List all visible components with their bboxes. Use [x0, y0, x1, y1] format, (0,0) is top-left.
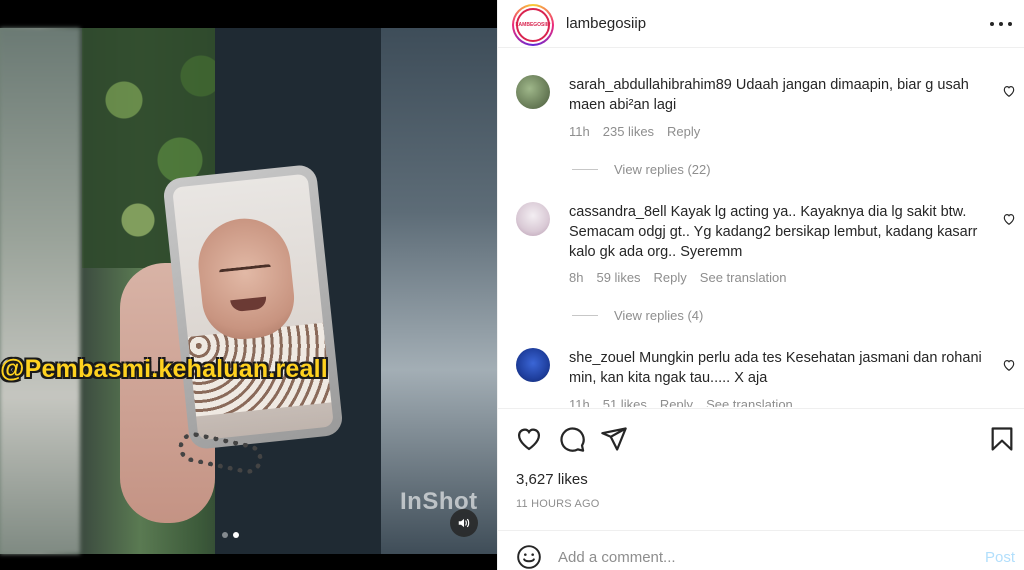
heart-icon[interactable] [1002, 84, 1016, 98]
bookmark-icon[interactable] [988, 425, 1016, 453]
view-replies-button[interactable]: View replies (4) [572, 308, 703, 323]
blur-edge-left [0, 28, 80, 554]
sound-toggle-button[interactable] [450, 509, 478, 537]
post-actions: 3,627 likes 11 HOURS AGO [498, 408, 1024, 530]
view-replies-label: View replies (4) [614, 308, 704, 323]
comment-likes[interactable]: 59 likes [596, 270, 640, 285]
replies-divider [572, 169, 598, 170]
account-logo: LAMBEGOSIIP [515, 8, 551, 42]
heart-icon[interactable] [515, 425, 543, 453]
reply-button[interactable]: Reply [654, 270, 687, 285]
video-frame[interactable]: › [0, 28, 497, 554]
emoji-icon[interactable] [516, 544, 542, 570]
post-timestamp: 11 HOURS AGO [516, 498, 600, 510]
likes-count[interactable]: 3,627 likes [516, 471, 588, 488]
phone-screen [172, 173, 334, 441]
reply-button[interactable]: Reply [660, 397, 693, 407]
comment-username[interactable]: sarah_abdullahibrahim89 [569, 77, 732, 93]
replies-divider [572, 315, 598, 316]
comment-text: sarah_abdullahibrahim89 Udaah jangan dim… [569, 75, 989, 115]
comment-input[interactable] [558, 544, 958, 570]
comment-username[interactable]: she_zouel [569, 350, 635, 366]
comment-time[interactable]: 11h [569, 124, 590, 139]
blur-edge-right [381, 28, 497, 554]
post-panel: LAMBEGOSIIP lambegosiip sarah_abdullahib… [497, 0, 1024, 570]
avatar[interactable] [516, 348, 550, 382]
carousel-dots [222, 532, 239, 538]
avatar[interactable] [516, 202, 550, 236]
avatar-logo-text: LAMBEGOSIIP [515, 22, 551, 28]
carousel-dot[interactable] [222, 532, 228, 538]
view-replies-label: View replies (22) [614, 162, 711, 177]
add-comment-bar: Post [498, 530, 1024, 570]
comment-icon[interactable] [558, 425, 586, 453]
avatar[interactable] [516, 75, 550, 109]
comment-likes[interactable]: 51 likes [603, 397, 647, 407]
heart-icon[interactable] [1002, 358, 1016, 372]
face-on-screen [193, 214, 299, 344]
chevron-left-icon[interactable]: › [0, 298, 8, 318]
volume-icon [458, 518, 470, 528]
video-watermark: @Pembasmi.kehaluan.reall [0, 355, 328, 383]
comment-time[interactable]: 8h [569, 270, 583, 285]
see-translation-button[interactable]: See translation [706, 397, 793, 407]
comment-time[interactable]: 11h [569, 397, 590, 407]
heart-icon[interactable] [1002, 212, 1016, 226]
comment-meta: 8h 59 likes Reply See translation [569, 270, 787, 285]
post-header: LAMBEGOSIIP lambegosiip [498, 0, 1024, 48]
share-icon[interactable] [600, 425, 628, 453]
post-username[interactable]: lambegosiip [566, 15, 646, 32]
see-translation-button[interactable]: See translation [700, 270, 787, 285]
comment-text: cassandra_8ell Kayak lg acting ya.. Kaya… [569, 202, 989, 262]
more-horizontal-icon [990, 22, 994, 26]
post-media[interactable]: › @Pembasmi.kehaluan.reall InShot [0, 0, 497, 570]
view-replies-button[interactable]: View replies (22) [572, 162, 711, 177]
carousel-dot-active[interactable] [233, 532, 239, 538]
comment-text: she_zouel Mungkin perlu ada tes Kesehata… [569, 348, 989, 388]
comments-list[interactable]: sarah_abdullahibrahim89 Udaah jangan dim… [498, 49, 1024, 407]
comment-likes[interactable]: 235 likes [603, 124, 654, 139]
avatar[interactable]: LAMBEGOSIIP [512, 4, 554, 46]
phone-device [162, 163, 344, 451]
comment-meta: 11h 235 likes Reply [569, 124, 700, 139]
more-options-button[interactable] [990, 14, 1012, 34]
reply-button[interactable]: Reply [667, 124, 700, 139]
comment-meta: 11h 51 likes Reply See translation [569, 397, 793, 407]
comment-username[interactable]: cassandra_8ell [569, 204, 667, 220]
post-button[interactable]: Post [985, 549, 1015, 566]
